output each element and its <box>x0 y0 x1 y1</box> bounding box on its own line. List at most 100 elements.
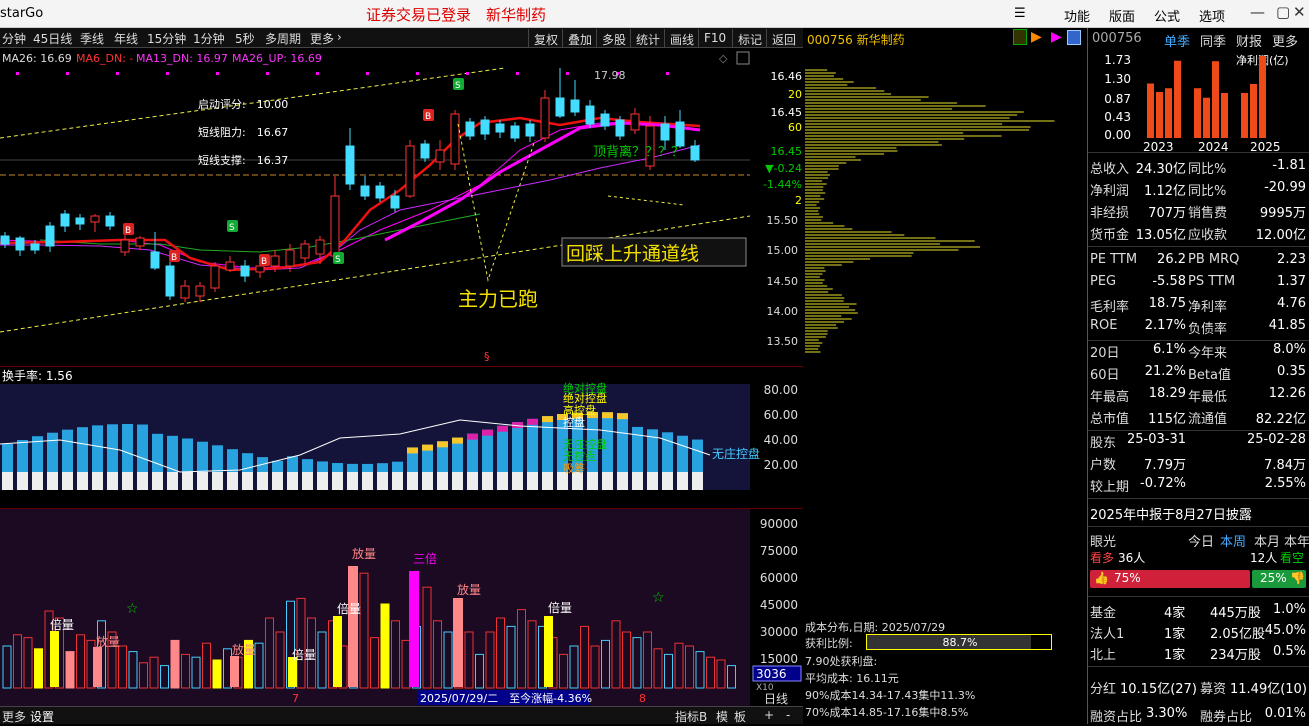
svg-text:B: B <box>125 226 131 236</box>
svg-text:B: B <box>425 112 431 122</box>
volume-tag: 三倍 <box>413 551 437 566</box>
settings-button[interactable]: 设置 <box>30 708 54 725</box>
volume-tag: 放量 <box>352 546 376 561</box>
flag-icon[interactable]: ▶ <box>1031 29 1042 45</box>
tab-same-quarter[interactable]: 同季 <box>1200 31 1226 50</box>
svg-text:16.46: 16.46 <box>771 70 803 83</box>
turnover-bar <box>602 412 613 490</box>
volume-bar <box>65 651 75 689</box>
zoom-in-button[interactable]: + <box>764 708 774 722</box>
fin-row: 货币金 13.05亿 应收款 12.00亿 <box>1090 228 1306 243</box>
profit-bar <box>1212 61 1219 139</box>
profit-bar <box>1174 60 1181 138</box>
dot-marker <box>16 72 19 75</box>
menu-layout[interactable]: 版面 <box>1109 6 1135 25</box>
tool-back[interactable]: 返回 <box>766 29 801 47</box>
menu-options[interactable]: 选项 <box>1199 6 1225 25</box>
dot-marker <box>666 72 669 75</box>
candle <box>60 210 70 232</box>
tab-report[interactable]: 财报 <box>1236 31 1262 50</box>
candle <box>525 120 535 142</box>
tool-multistock[interactable]: 多股 <box>596 29 631 47</box>
volume-tag: 放量 <box>96 634 120 649</box>
tool-draw[interactable]: 画线 <box>664 29 699 47</box>
indicator-b[interactable]: 指标B <box>675 708 707 725</box>
tool-stats[interactable]: 统计 <box>630 29 665 47</box>
buy-marker: B <box>423 109 434 122</box>
tool-overlay[interactable]: 叠加 <box>562 29 597 47</box>
panel-code: 000756 <box>1092 31 1142 46</box>
candle <box>630 108 640 134</box>
minimize-icon[interactable]: — <box>1250 3 1265 21</box>
date-tip: 2025/07/29/二 至今涨幅-4.36% <box>420 691 592 705</box>
turnover-bar <box>647 429 658 490</box>
menu-function[interactable]: 功能 <box>1064 6 1090 25</box>
candle <box>690 140 700 162</box>
svg-text:45000: 45000 <box>760 598 798 612</box>
volume-bar-highlight <box>230 656 239 687</box>
eye-counts: 看多 36人 12人 看空 <box>1090 551 1305 565</box>
tool-adjust[interactable]: 复权 <box>528 29 563 47</box>
volume-bar-highlight <box>50 631 59 687</box>
separator <box>0 366 803 367</box>
flag2-icon[interactable]: ▶ <box>1051 29 1062 45</box>
turnover-bar <box>392 461 403 490</box>
candle <box>300 240 310 264</box>
tool-mark[interactable]: 标记 <box>732 29 767 47</box>
grid-icon[interactable] <box>1067 30 1081 45</box>
board-button[interactable]: 板 <box>734 708 746 725</box>
period-multi[interactable]: 多周期 <box>265 30 301 47</box>
window-title: 证券交易已登录 新华制药 <box>366 6 547 24</box>
period-1min[interactable]: 1分钟 <box>193 30 225 47</box>
profit-bar <box>1147 83 1154 138</box>
candle <box>345 128 355 190</box>
menu-list-icon[interactable]: ☰ <box>1014 6 1026 21</box>
volume-tag: 倍量 <box>337 601 361 616</box>
svg-text:15.00: 15.00 <box>767 244 799 257</box>
candle <box>675 110 685 148</box>
volume-chart[interactable]: 倍量放量放量 倍量倍量放量 三倍放量倍量 90000 75000 60000 450… <box>0 509 803 706</box>
period-15min[interactable]: 15分钟 <box>147 30 186 47</box>
profit-bar: 88.7% <box>866 634 1052 650</box>
period-year[interactable]: 年线 <box>114 30 138 47</box>
candle <box>165 262 175 300</box>
dot-marker <box>416 72 419 75</box>
perf-row: 60日 21.2% Beta值 0.35 <box>1090 364 1306 383</box>
more-button[interactable]: 更多 <box>2 708 26 725</box>
kline-chart[interactable]: MA26: 16.69 MA6_DN: - MA13_DN: 16.97 MA2… <box>0 48 803 366</box>
fin-row: 净利润 1.12亿 同比% -20.99 <box>1090 180 1306 199</box>
chevron-right-icon[interactable]: › <box>337 30 342 44</box>
notebook-icon[interactable] <box>1013 29 1027 45</box>
profit-bar <box>1156 92 1163 138</box>
period-more[interactable]: 更多 <box>310 30 334 47</box>
val-row: ROE 2.17% 负债率 41.85 <box>1090 318 1306 337</box>
val-row: PE TTM 26.2 PB MRQ 2.23 <box>1090 252 1306 267</box>
zoom-out-button[interactable]: - <box>786 708 790 722</box>
candle <box>540 90 550 142</box>
period-45d[interactable]: 45日线 <box>33 30 72 47</box>
inst-row: 法人1 1家 2.05亿股 45.0% <box>1090 623 1306 642</box>
turnover-bar <box>242 453 253 490</box>
template-button[interactable]: 模 <box>716 708 728 725</box>
inst-row: 北上 1家 234万股 0.5% <box>1090 644 1306 663</box>
turnover-bar <box>92 425 103 490</box>
period-min[interactable]: 分钟 <box>2 30 26 47</box>
period-season[interactable]: 季线 <box>80 30 104 47</box>
chart-close-box[interactable] <box>736 51 750 65</box>
maximize-icon[interactable]: ▢ <box>1276 3 1290 21</box>
svg-text:-1.44%: -1.44% <box>763 178 802 191</box>
current-volume: 3036 <box>756 667 787 681</box>
candle <box>450 110 460 170</box>
svg-text:▼-0.24: ▼-0.24 <box>765 162 802 175</box>
period-5s[interactable]: 5秒 <box>235 30 255 47</box>
tab-quarter[interactable]: 单季 <box>1164 31 1190 50</box>
tool-f10[interactable]: F10 <box>698 29 731 47</box>
turnover-bar <box>272 460 283 490</box>
sell-marker: S <box>227 220 238 233</box>
tab-more[interactable]: 更多 <box>1272 31 1298 50</box>
menu-formula[interactable]: 公式 <box>1154 6 1180 25</box>
arrow-right <box>607 195 685 206</box>
turnover-chart[interactable]: 80.00 60.00 40.00 20.00 绝对控盘 绝对控盘 高控盘 控盘… <box>0 382 803 492</box>
close-icon[interactable]: ✕ <box>1293 3 1306 21</box>
turnover-bar <box>362 463 373 490</box>
